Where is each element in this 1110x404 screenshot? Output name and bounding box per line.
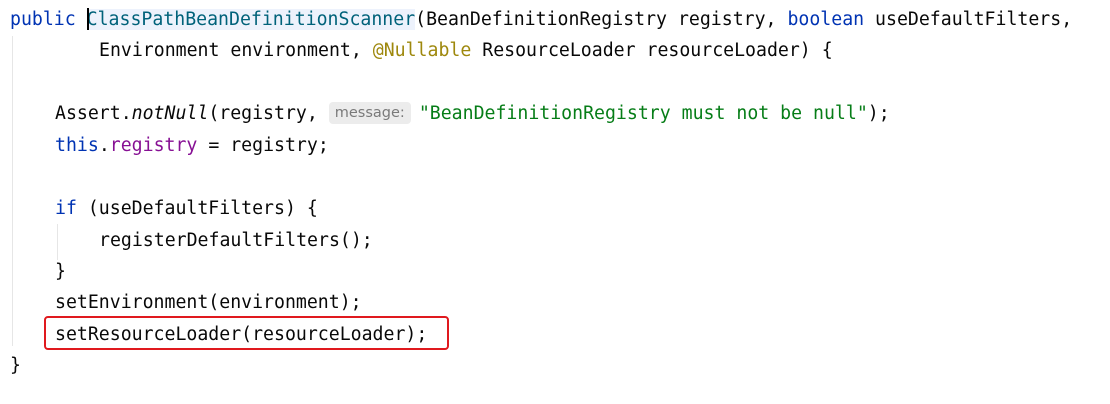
code-text: = registry;: [197, 135, 329, 156]
code-line-4[interactable]: Assert.notNull(registry, message: "BeanDe…: [55, 100, 890, 128]
code-text: (registry,: [208, 103, 329, 124]
code-text: useDefaultFilters,: [864, 9, 1073, 30]
indent-guide-inner: [57, 224, 58, 260]
text-caret: [86, 8, 89, 30]
constructor-name[interactable]: ClassPathBeanDefinitionScanner: [86, 9, 416, 30]
field-registry: registry: [109, 135, 198, 156]
parameter-hint: message:: [328, 102, 411, 124]
keyword-boolean: boolean: [787, 9, 865, 30]
annotation-nullable: @Nullable: [372, 40, 472, 61]
code-editor[interactable]: public ClassPathBeanDefinitionScanner(Be…: [0, 0, 1110, 404]
keyword-if: if: [55, 198, 77, 219]
string-literal: "BeanDefinitionRegistry must not be null…: [418, 103, 868, 124]
code-line-8[interactable]: registerDefaultFilters();: [99, 227, 373, 255]
code-text: }: [10, 355, 21, 376]
method-notnull: notNull: [131, 103, 209, 124]
indent-guide: [12, 36, 13, 346]
code-text: ResourceLoader resourceLoader) {: [471, 40, 833, 61]
code-line-7[interactable]: if (useDefaultFilters) {: [55, 195, 318, 223]
code-line-5[interactable]: this.registry = registry;: [55, 132, 329, 160]
code-line-9[interactable]: }: [55, 258, 66, 286]
code-text: setEnvironment(environment);: [55, 292, 362, 313]
code-line-10[interactable]: setEnvironment(environment);: [55, 289, 362, 317]
code-text: Assert.: [55, 103, 132, 124]
code-text: (useDefaultFilters) {: [76, 198, 318, 219]
code-line-2[interactable]: Environment environment, @Nullable Resou…: [99, 37, 833, 65]
code-text: .: [98, 135, 110, 156]
keyword-public: public: [10, 9, 76, 30]
code-text: (BeanDefinitionRegistry registry,: [415, 9, 788, 30]
keyword-this: this: [55, 135, 99, 156]
code-text: registerDefaultFilters();: [99, 230, 373, 251]
code-line-1[interactable]: public ClassPathBeanDefinitionScanner(Be…: [10, 6, 1072, 34]
code-text: );: [867, 103, 890, 124]
code-text: Environment environment,: [99, 40, 373, 61]
code-line-12[interactable]: }: [10, 352, 21, 380]
code-text: }: [55, 261, 66, 282]
red-highlight-box: [44, 316, 449, 350]
